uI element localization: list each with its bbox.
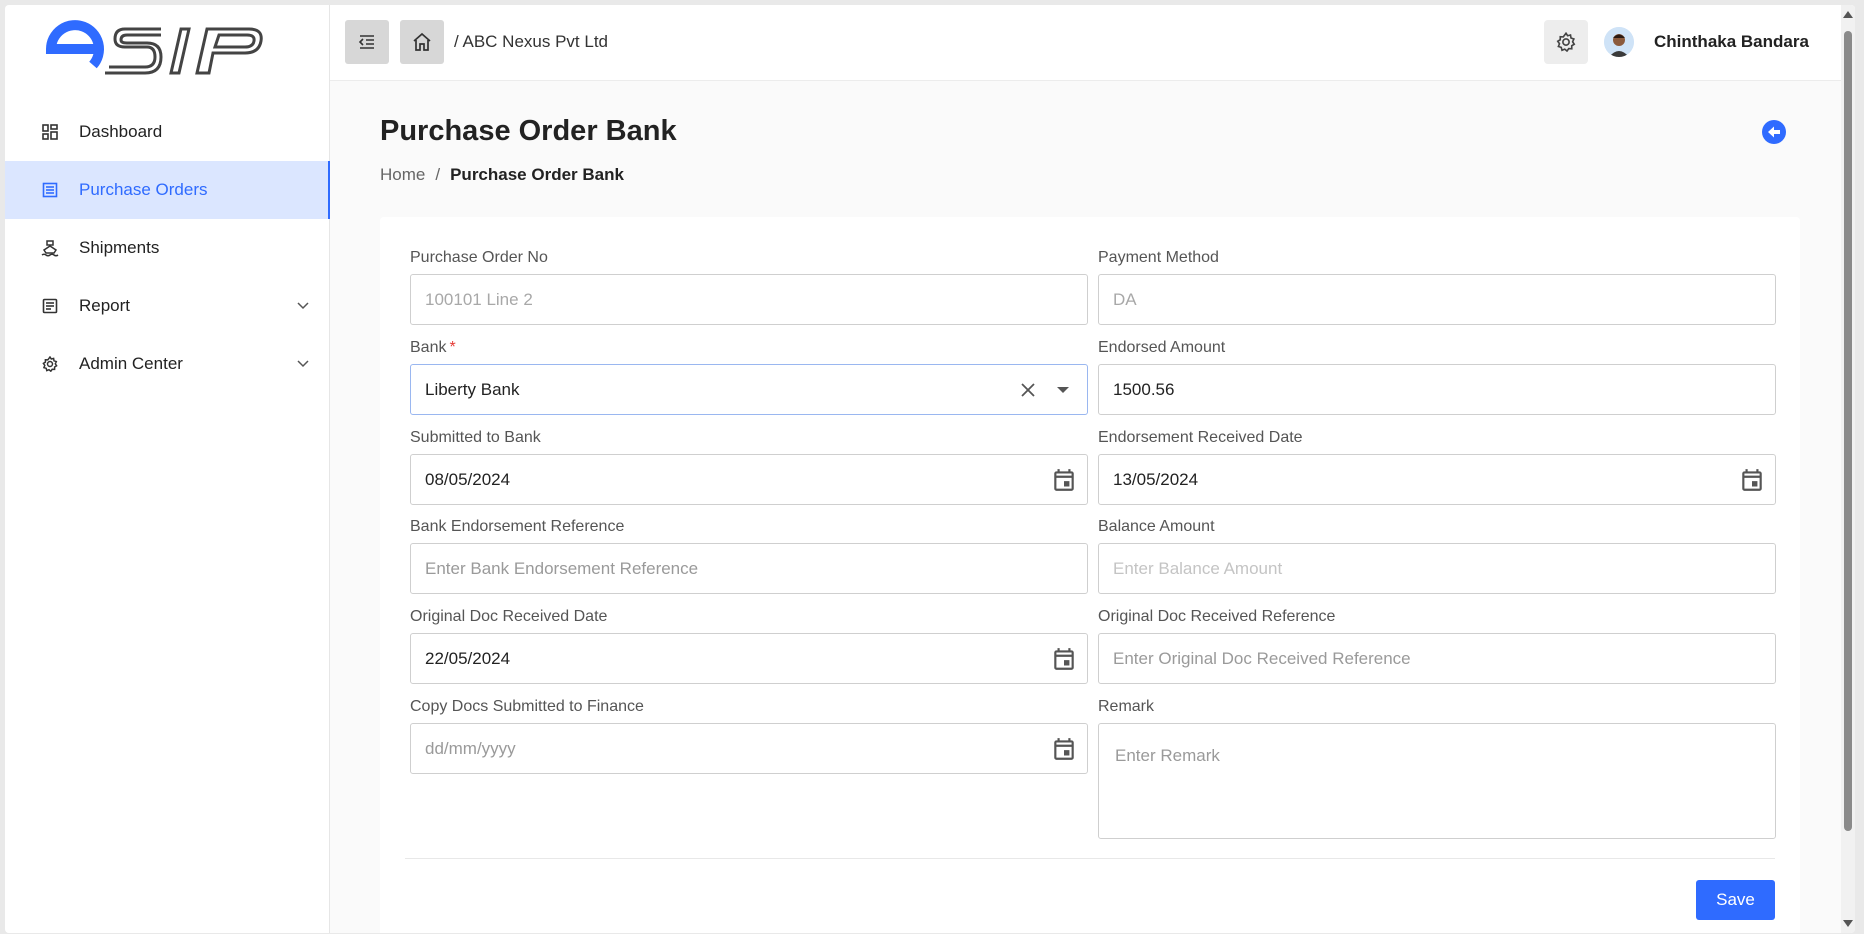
original-doc-received-date-label: Original Doc Received Date: [410, 608, 608, 625]
po-no-field: 100101 Line 2: [410, 274, 1088, 325]
list-icon: [41, 181, 59, 199]
indent-icon: [358, 35, 374, 49]
remark-placeholder: Enter Remark: [1115, 746, 1220, 765]
gear-icon: [1556, 32, 1576, 52]
ship-icon: [41, 239, 59, 257]
sidebar-item-label: Admin Center: [79, 354, 183, 373]
original-doc-received-date-input[interactable]: 22/05/2024: [410, 633, 1088, 684]
original-doc-received-reference-placeholder: Enter Original Doc Received Reference: [1113, 648, 1411, 668]
sidebar-item-shipments[interactable]: Shipments: [5, 219, 330, 277]
calendar-icon[interactable]: [1739, 467, 1765, 493]
breadcrumb-current: Purchase Order Bank: [450, 165, 624, 184]
scroll-down-arrow-icon[interactable]: [1843, 920, 1853, 927]
payment-method-label: Payment Method: [1098, 249, 1219, 266]
collapse-sidebar-button[interactable]: [345, 20, 389, 64]
scroll-up-arrow-icon[interactable]: [1843, 11, 1853, 18]
endorsed-amount-input[interactable]: 1500.56: [1098, 364, 1776, 415]
company-breadcrumb: / ABC Nexus Pvt Ltd: [454, 32, 609, 51]
home-button[interactable]: [400, 20, 444, 64]
report-icon: [41, 297, 59, 315]
dropdown-arrow-icon[interactable]: [1057, 387, 1069, 393]
copy-docs-submitted-date-input[interactable]: dd/mm/yyyy: [410, 723, 1088, 774]
sidebar-item-label: Purchase Orders: [79, 180, 208, 199]
bank-selected-value: Liberty Bank: [425, 379, 520, 399]
endorsed-amount-label: Endorsed Amount: [1098, 339, 1226, 356]
vertical-scrollbar[interactable]: [1841, 5, 1855, 933]
po-no-value: 100101 Line 2: [425, 289, 533, 309]
endorsement-received-date-input[interactable]: 13/05/2024: [1098, 454, 1776, 505]
clear-icon[interactable]: [1019, 381, 1037, 399]
page-title: Purchase Order Bank: [380, 115, 677, 147]
copy-docs-submitted-placeholder: dd/mm/yyyy: [425, 738, 516, 758]
esip-logo: [45, 20, 263, 75]
topbar: / ABC Nexus Pvt Ltd Chinthaka Bandara: [330, 5, 1855, 81]
payment-method-value: DA: [1113, 289, 1137, 309]
payment-method-field: DA: [1098, 274, 1776, 325]
endorsement-received-date-value: 13/05/2024: [1113, 469, 1199, 489]
sidebar: Dashboard Purchase Orders Shipments Repo…: [5, 5, 330, 933]
sidebar-nav: Dashboard Purchase Orders Shipments Repo…: [5, 103, 330, 393]
endorsed-amount-value: 1500.56: [1113, 379, 1175, 399]
balance-amount-input[interactable]: Enter Balance Amount: [1098, 543, 1776, 594]
calendar-icon[interactable]: [1051, 736, 1077, 762]
calendar-icon[interactable]: [1051, 467, 1077, 493]
bank-label: Bank *: [410, 339, 456, 357]
endorsement-received-date-label: Endorsement Received Date: [1098, 429, 1303, 446]
bank-select[interactable]: Liberty Bank: [410, 364, 1088, 415]
remark-label: Remark: [1098, 698, 1155, 715]
scrollbar-thumb[interactable]: [1844, 31, 1852, 831]
sidebar-item-dashboard[interactable]: Dashboard: [5, 103, 330, 161]
breadcrumb-home[interactable]: Home: [380, 165, 425, 184]
breadcrumb: Home / Purchase Order Bank: [380, 165, 624, 185]
submitted-to-bank-value: 08/05/2024: [425, 469, 511, 489]
settings-button[interactable]: [1544, 20, 1588, 64]
balance-amount-placeholder: Enter Balance Amount: [1113, 558, 1283, 578]
save-button[interactable]: Save: [1696, 880, 1775, 920]
gear-icon: [41, 355, 59, 373]
avatar[interactable]: [1604, 27, 1634, 57]
original-doc-received-reference-input[interactable]: Enter Original Doc Received Reference: [1098, 633, 1776, 684]
original-doc-received-date-value: 22/05/2024: [425, 648, 511, 668]
calendar-icon[interactable]: [1051, 646, 1077, 672]
original-doc-received-reference-label: Original Doc Received Reference: [1098, 608, 1336, 625]
sidebar-item-purchase-orders[interactable]: Purchase Orders: [5, 161, 330, 219]
submitted-to-bank-label: Submitted to Bank: [410, 429, 541, 446]
remark-textarea[interactable]: Enter Remark: [1098, 723, 1776, 839]
app-window: Dashboard Purchase Orders Shipments Repo…: [5, 5, 1855, 933]
balance-amount-label: Balance Amount: [1098, 518, 1215, 535]
copy-docs-submitted-label: Copy Docs Submitted to Finance: [410, 698, 644, 715]
bank-endorsement-reference-placeholder: Enter Bank Endorsement Reference: [425, 558, 699, 578]
back-button[interactable]: [1762, 120, 1786, 144]
submitted-to-bank-date-input[interactable]: 08/05/2024: [410, 454, 1088, 505]
sidebar-item-label: Shipments: [79, 238, 160, 257]
dashboard-icon: [41, 123, 59, 141]
divider: [405, 858, 1775, 859]
sidebar-item-label: Report: [79, 296, 131, 315]
user-name[interactable]: Chinthaka Bandara: [1654, 32, 1809, 52]
purchase-order-bank-form: Purchase Order No 100101 Line 2 Payment …: [380, 217, 1800, 933]
breadcrumb-separator: /: [435, 165, 441, 184]
po-no-label: Purchase Order No: [410, 249, 548, 266]
required-marker: *: [449, 339, 456, 356]
bank-label-text: Bank: [410, 339, 447, 356]
arrow-left-icon: [1768, 126, 1780, 138]
chevron-down-icon: [297, 360, 309, 368]
sidebar-item-report[interactable]: Report: [5, 277, 330, 335]
sidebar-item-admin-center[interactable]: Admin Center: [5, 335, 330, 393]
sidebar-item-label: Dashboard: [79, 122, 163, 141]
bank-endorsement-reference-label: Bank Endorsement Reference: [410, 518, 625, 535]
bank-endorsement-reference-input[interactable]: Enter Bank Endorsement Reference: [410, 543, 1088, 594]
chevron-down-icon: [297, 302, 309, 310]
home-icon: [413, 32, 431, 51]
